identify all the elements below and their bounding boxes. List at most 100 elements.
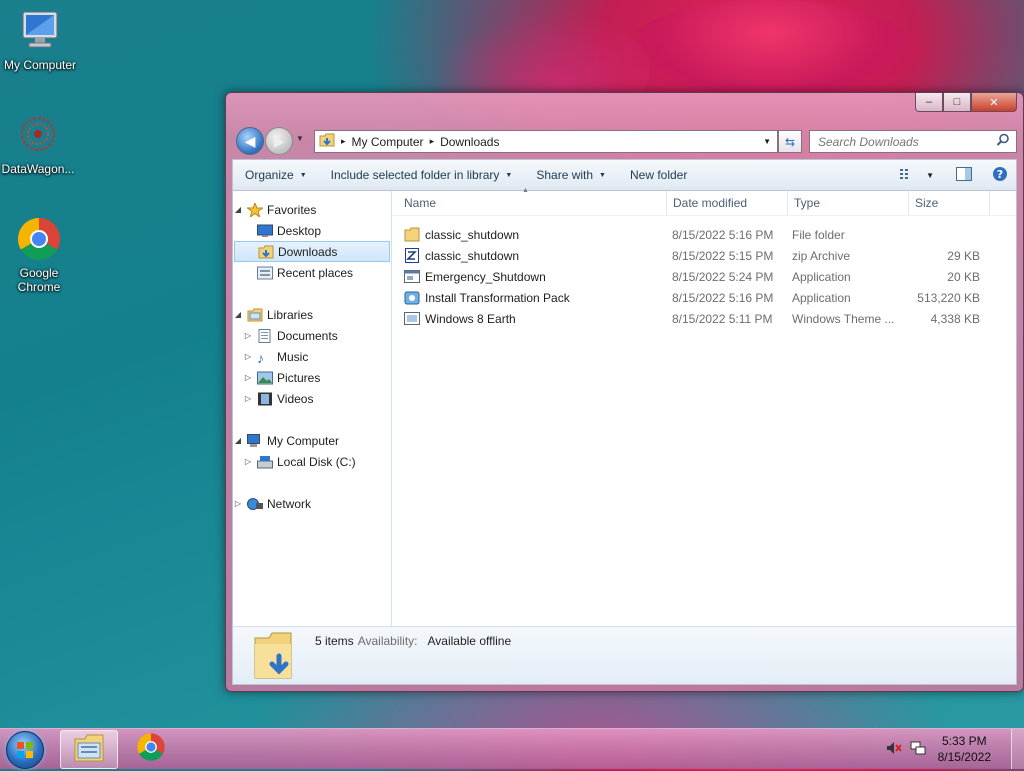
file-name: Emergency_Shutdown <box>425 269 546 284</box>
chrome-icon <box>136 732 166 765</box>
organize-button[interactable]: Organize ▼ <box>233 168 319 182</box>
clock-date: 8/15/2022 <box>937 750 991 764</box>
back-button[interactable]: ◀ <box>236 127 264 155</box>
column-label: Name <box>404 196 437 210</box>
desktop-icon-my-computer[interactable]: My Computer <box>0 8 80 72</box>
taskbar-chrome-button[interactable] <box>123 730 179 767</box>
desktop-icon-google-chrome[interactable]: Google Chrome <box>0 216 79 294</box>
show-desktop-button[interactable] <box>1011 729 1024 769</box>
file-date: 8/15/2022 5:11 PM <box>672 311 773 326</box>
nav-network[interactable]: ▷ Network <box>233 493 391 514</box>
desktop-icon-datawagon[interactable]: DataWagon... <box>0 112 78 176</box>
nav-local-disk[interactable]: ▷ Local Disk (C:) <box>233 451 391 472</box>
file-row[interactable]: Install Transformation Pack 8/15/2022 5:… <box>392 287 1016 308</box>
installer-icon <box>404 290 420 305</box>
taskbar-explorer-button[interactable] <box>60 730 118 769</box>
file-name: Install Transformation Pack <box>425 290 570 305</box>
nav-desktop[interactable]: Desktop <box>233 220 391 241</box>
network-status-icon[interactable] <box>910 741 926 758</box>
expand-icon[interactable]: ▷ <box>243 394 253 403</box>
command-bar: Organize ▼ Include selected folder in lib… <box>232 159 1017 190</box>
breadcrumb-downloads[interactable]: Downloads <box>440 135 499 149</box>
address-bar[interactable]: ▸ My Computer ▸ Downloads ▼ <box>314 130 778 153</box>
column-header-size[interactable]: Size <box>909 191 990 215</box>
volume-muted-icon[interactable] <box>886 741 902 758</box>
chevron-down-icon: ▼ <box>599 171 606 179</box>
search-box[interactable] <box>809 130 1017 153</box>
nav-videos[interactable]: ▷ Videos <box>233 388 391 409</box>
nav-label: Downloads <box>278 244 338 259</box>
new-folder-button[interactable]: New folder <box>618 168 699 182</box>
nav-downloads[interactable]: Downloads <box>234 241 390 262</box>
file-row[interactable]: classic_shutdown 8/15/2022 5:15 PM zip A… <box>392 245 1016 266</box>
file-size: 20 KB <box>947 269 980 284</box>
nav-label: Desktop <box>277 223 322 238</box>
search-icon[interactable] <box>996 133 1010 150</box>
minimize-button[interactable]: – <box>915 93 943 112</box>
collapse-icon[interactable]: ◢ <box>233 436 243 445</box>
share-with-button[interactable]: Share with ▼ <box>524 168 618 182</box>
expand-icon[interactable]: ▷ <box>243 373 253 382</box>
clock[interactable]: 5:33 PM 8/15/2022 <box>938 733 991 765</box>
address-dropdown-icon[interactable]: ▼ <box>763 137 771 146</box>
file-name: Windows 8 Earth <box>425 311 516 326</box>
collapse-icon[interactable]: ◢ <box>233 205 243 214</box>
forward-button[interactable]: ▶ <box>265 127 293 155</box>
nav-favorites[interactable]: ◢ Favorites <box>233 199 391 220</box>
collapse-icon[interactable]: ◢ <box>233 310 243 319</box>
breadcrumb-separator-icon: ▸ <box>429 136 435 146</box>
availability-value: Available offline <box>427 634 512 648</box>
clock-time: 5:33 PM <box>941 734 987 748</box>
preview-pane-button[interactable] <box>956 167 972 184</box>
column-header-type[interactable]: Type <box>788 191 909 215</box>
chevron-down-icon: ▼ <box>299 171 307 179</box>
recent-places-icon <box>257 266 273 280</box>
availability-label: Availability: <box>357 634 418 648</box>
application-icon <box>404 269 420 284</box>
close-button[interactable]: ✕ <box>971 93 1017 112</box>
help-button[interactable]: ? <box>992 166 1008 185</box>
nav-my-computer[interactable]: ◢ My Computer <box>233 430 391 451</box>
nav-pictures[interactable]: ▷ Pictures <box>233 367 391 388</box>
file-type: Application <box>792 290 851 305</box>
taskbar: 5:33 PM 8/15/2022 <box>0 728 1024 769</box>
expand-icon[interactable]: ▷ <box>243 352 253 361</box>
breadcrumb-my-computer[interactable]: My Computer <box>352 135 424 149</box>
file-type: Application <box>792 269 851 284</box>
file-date: 8/15/2022 5:24 PM <box>672 269 774 284</box>
file-row[interactable]: Emergency_Shutdown 8/15/2022 5:24 PM App… <box>392 266 1016 287</box>
content-area: ◢ Favorites Desktop Downloads Recent pla… <box>232 187 1017 627</box>
expand-icon[interactable]: ▷ <box>243 331 253 340</box>
search-input[interactable] <box>816 133 996 150</box>
recent-pages-dropdown[interactable]: ▼ <box>296 134 304 143</box>
refresh-button[interactable]: ⇆ <box>778 130 802 153</box>
details-pane: 5 items Availability: Available offline <box>232 626 1017 685</box>
file-row[interactable]: classic_shutdown 8/15/2022 5:16 PM File … <box>392 224 1016 245</box>
nav-recent-places[interactable]: Recent places <box>233 262 391 283</box>
expand-icon[interactable]: ▷ <box>233 499 243 508</box>
nav-label: Documents <box>277 328 338 343</box>
refresh-icon: ⇆ <box>784 134 796 149</box>
start-button[interactable] <box>6 731 44 769</box>
libraries-icon <box>247 308 263 322</box>
include-in-library-button[interactable]: Include selected folder in library ▼ <box>319 168 525 182</box>
column-header-date[interactable]: Date modified <box>667 191 788 215</box>
view-options-dropdown[interactable]: ▼ <box>926 171 934 180</box>
nav-label: Videos <box>277 391 314 406</box>
expand-icon[interactable]: ▷ <box>243 457 253 466</box>
desktop-icon <box>257 224 273 238</box>
file-row[interactable]: Windows 8 Earth 8/15/2022 5:11 PM Window… <box>392 308 1016 329</box>
maximize-button[interactable]: □ <box>943 93 971 112</box>
share-with-label: Share with <box>536 168 594 182</box>
nav-documents[interactable]: ▷ Documents <box>233 325 391 346</box>
nav-libraries[interactable]: ◢ Libraries <box>233 304 391 325</box>
change-view-button[interactable] <box>900 168 916 183</box>
folder-icon <box>404 227 420 242</box>
desktop-icon-label: My Computer <box>3 58 77 72</box>
nav-music[interactable]: ▷ ♪ Music <box>233 346 391 367</box>
nav-label: Pictures <box>277 370 321 385</box>
column-header-name[interactable]: Name ▲ <box>392 187 667 215</box>
include-library-label: Include selected folder in library <box>330 168 500 182</box>
file-type: zip Archive <box>792 248 851 263</box>
file-name: classic_shutdown <box>425 227 520 242</box>
